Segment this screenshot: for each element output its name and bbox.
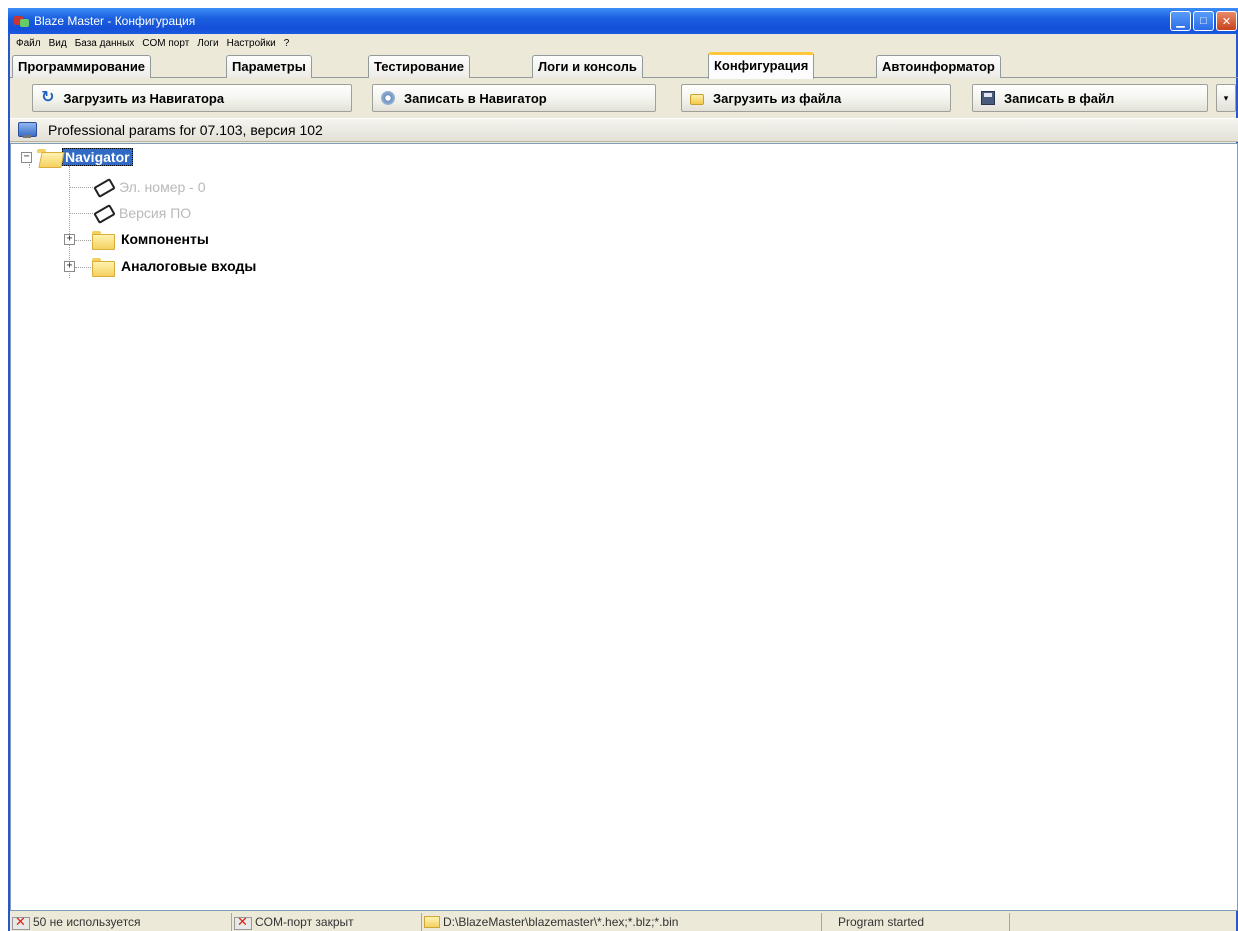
close-button[interactable]: ✕ [1216, 11, 1237, 31]
write-to-navigator-button[interactable]: Записать в Навигатор [372, 84, 656, 112]
menu-com-port[interactable]: COM порт [138, 38, 193, 49]
tab-autoinformer[interactable]: Автоинформатор [876, 55, 1001, 78]
title-bar: Blaze Master - Конфигурация ▁ □ ✕ [8, 8, 1238, 34]
status-panel-com: COM-порт закрыт [232, 913, 422, 931]
tree-node-analog-inputs[interactable]: + Аналоговые входы [64, 255, 256, 277]
tree-node-serial-number[interactable]: Эл. номер - 0 [91, 176, 206, 198]
load-from-navigator-label: Загрузить из Навигатора [63, 90, 225, 106]
status-com-text: COM-порт закрыт [255, 915, 354, 929]
window-controls: ▁ □ ✕ [1170, 11, 1237, 31]
tree-node-navigator[interactable]: − Navigator [21, 146, 133, 168]
save-options-dropdown[interactable]: ▾ [1216, 84, 1236, 112]
menu-settings[interactable]: Настройки [223, 38, 280, 49]
menu-logs[interactable]: Логи [193, 38, 222, 49]
params-header-text: Professional params for 07.103, версия 1… [48, 122, 323, 138]
status-panel-path: D:\BlazeMaster\blazemaster\*.hex;*.blz;*… [422, 913, 822, 931]
status-message-text: Program started [838, 915, 925, 929]
window-title: Blaze Master - Конфигурация [34, 14, 196, 28]
status-bar: 50 не используется COM-порт закрыт D:\Bl… [10, 913, 1238, 931]
collapse-toggle[interactable]: − [21, 151, 32, 163]
tag-icon [91, 180, 113, 194]
computer-icon [18, 121, 38, 139]
tab-logs-console[interactable]: Логи и консоль [532, 55, 643, 78]
gear-icon [381, 91, 395, 105]
tab-configuration[interactable]: Конфигурация [708, 52, 815, 79]
status-usage-text: 50 не используется [33, 915, 141, 929]
menu-file[interactable]: Файл [12, 38, 45, 49]
status-panel-message: Program started [822, 913, 1010, 931]
tag-icon [91, 206, 113, 220]
tree-node-components[interactable]: + Компоненты [64, 228, 209, 250]
tab-programming[interactable]: Программирование [12, 55, 152, 78]
app-icon [14, 14, 30, 28]
expand-toggle[interactable]: + [64, 233, 75, 245]
menu-bar: Файл Вид База данных COM порт Логи Настр… [10, 34, 1238, 52]
maximize-button[interactable]: □ [1193, 11, 1214, 31]
open-folder-icon [36, 148, 60, 167]
status-panel-usage: 50 не используется [10, 913, 232, 931]
write-to-file-button[interactable]: Записать в файл [972, 84, 1208, 112]
reload-icon: ↻ [41, 89, 55, 106]
minimize-button[interactable]: ▁ [1170, 11, 1191, 31]
load-from-file-button[interactable]: Загрузить из файла [681, 84, 951, 112]
tab-strip: Программирование Параметры Тестирование … [10, 52, 1238, 79]
tree-node-software-version[interactable]: Версия ПО [91, 202, 191, 224]
folder-icon [91, 257, 115, 277]
toolbar: ↻ Загрузить из Навигатора Записать в Нав… [10, 80, 1238, 116]
com-port-closed-icon [234, 914, 252, 930]
tree-node-label: Компоненты [121, 231, 209, 247]
menu-database[interactable]: База данных [71, 38, 139, 49]
load-from-navigator-button[interactable]: ↻ Загрузить из Навигатора [32, 84, 352, 112]
tree-node-label: Navigator [62, 148, 133, 166]
disabled-icon [12, 914, 30, 930]
tree-line [69, 187, 93, 188]
write-to-file-label: Записать в файл [1004, 90, 1115, 106]
folder-icon [424, 916, 440, 928]
params-header: Professional params for 07.103, версия 1… [10, 118, 1238, 142]
tab-testing[interactable]: Тестирование [368, 55, 470, 78]
menu-view[interactable]: Вид [45, 38, 71, 49]
save-disk-icon [981, 91, 995, 105]
app-window: Blaze Master - Конфигурация ▁ □ ✕ Файл В… [8, 8, 1238, 931]
tree-node-label: Аналоговые входы [121, 258, 257, 274]
tree-node-label: Версия ПО [119, 205, 192, 221]
load-from-file-label: Загрузить из файла [713, 90, 842, 106]
status-path-text: D:\BlazeMaster\blazemaster\*.hex;*.blz;*… [443, 915, 679, 929]
folder-icon [690, 93, 704, 105]
tree-node-label: Эл. номер - 0 [119, 179, 206, 195]
tree-line [69, 213, 93, 214]
expand-toggle[interactable]: + [64, 260, 75, 272]
folder-icon [91, 230, 115, 250]
menu-help[interactable]: ? [280, 38, 294, 49]
write-to-navigator-label: Записать в Навигатор [404, 90, 547, 106]
tab-parameters[interactable]: Параметры [226, 55, 312, 78]
config-tree[interactable]: − Navigator Эл. номер - 0 Версия ПО + Ко… [10, 143, 1238, 911]
